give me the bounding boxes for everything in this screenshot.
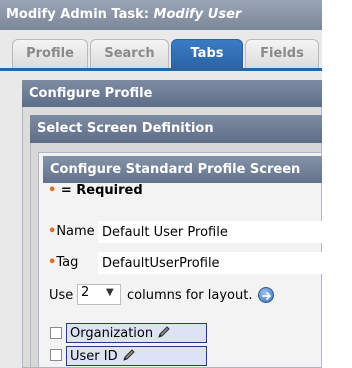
required-text: = Required [56, 183, 143, 198]
layout-columns-value: 2 [81, 285, 90, 300]
arrow-right-icon [262, 292, 271, 300]
columns-label: columns for layout. [127, 288, 253, 303]
title-spacer [322, 0, 352, 30]
tag-label: •Tag [48, 255, 78, 270]
select-screen-header: Select Screen Definition [30, 115, 322, 143]
required-note: • = Required [48, 183, 143, 198]
tab-underline [0, 68, 322, 71]
name-label-text: Name [56, 224, 95, 239]
pencil-icon[interactable] [157, 325, 171, 343]
apply-layout-button[interactable] [258, 287, 274, 303]
organization-label: Organization [70, 326, 154, 341]
standard-profile-header: Configure Standard Profile Screen [43, 156, 322, 183]
name-input[interactable] [98, 221, 322, 243]
tab-tabs[interactable]: Tabs [171, 39, 243, 68]
user-id-checkbox[interactable] [50, 349, 62, 361]
title-prefix: Modify Admin Task: [6, 7, 154, 22]
tag-input[interactable] [98, 252, 322, 274]
pencil-icon[interactable] [122, 348, 136, 366]
title-subject: Modify User [153, 7, 242, 22]
organization-checkbox[interactable] [50, 327, 62, 339]
tab-fields[interactable]: Fields [245, 39, 319, 68]
chevron-down-icon: ▼ [106, 287, 114, 298]
name-label: •Name [48, 224, 95, 239]
organization-attribute[interactable]: Organization [66, 323, 207, 343]
tab-profile[interactable]: Profile [12, 39, 88, 68]
user-id-attribute[interactable]: User ID [66, 346, 207, 366]
tab-search[interactable]: Search [90, 39, 169, 68]
window-title: Modify Admin Task: Modify User [0, 0, 322, 30]
use-label: Use [49, 288, 74, 303]
tag-label-text: Tag [56, 255, 79, 270]
configure-profile-header: Configure Profile [22, 80, 322, 107]
user-id-label: User ID [70, 349, 118, 364]
